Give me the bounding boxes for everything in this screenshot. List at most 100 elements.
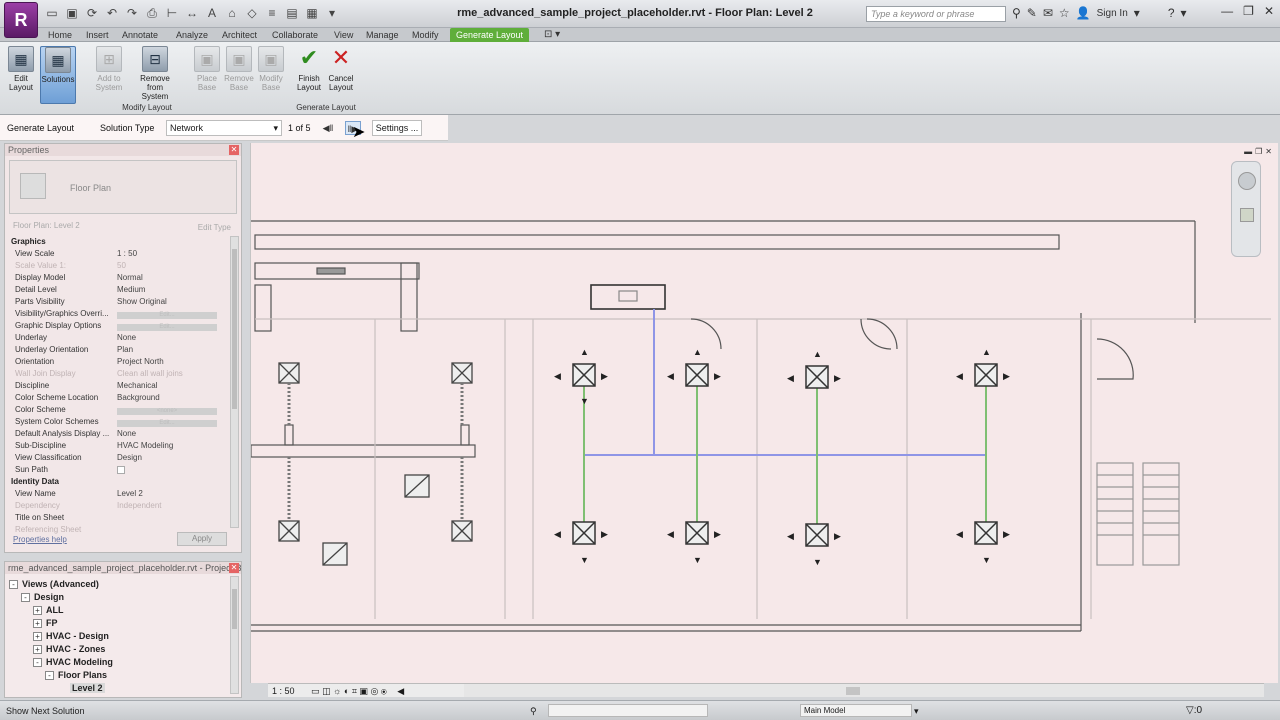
apply-button[interactable]: Apply (177, 532, 227, 546)
tab-architect[interactable]: Architect (222, 28, 257, 42)
sign-in-link[interactable]: Sign In (1097, 8, 1128, 19)
restore-icon[interactable]: ❐ (1243, 4, 1254, 18)
browser-tree-item[interactable]: - Floor Plans (9, 669, 231, 682)
sync-icon[interactable]: ⟳ (84, 5, 100, 21)
property-value[interactable]: 50 (117, 260, 223, 272)
browser-tree-item[interactable]: - Design (9, 591, 231, 604)
property-value[interactable]: Background (117, 392, 223, 404)
print-icon[interactable]: ⎙ (144, 5, 160, 21)
property-row[interactable]: Parts Visibility Show Original (9, 296, 229, 308)
settings-button[interactable]: Settings ... (372, 120, 422, 136)
checkbox[interactable] (117, 466, 125, 474)
cancel-layout-button[interactable]: ✕ Cancel Layout (326, 46, 356, 104)
property-row[interactable]: Display Model Normal (9, 272, 229, 284)
collapse-icon[interactable]: - (21, 593, 30, 602)
property-row[interactable]: Orientation Project North (9, 356, 229, 368)
user-icon[interactable]: 👤 (1076, 6, 1091, 20)
scroll-left-icon[interactable]: ◀ (397, 686, 404, 696)
tab-generate-layout[interactable]: Generate Layout (450, 28, 530, 42)
remove-from-system-button[interactable]: ⊟ Remove from System (134, 46, 176, 104)
tab-analyze[interactable]: Analyze (176, 28, 208, 42)
horizontal-scrollbar[interactable] (464, 683, 1264, 697)
design-option-field[interactable]: Main Model (800, 704, 912, 717)
collapse-icon[interactable]: - (33, 658, 42, 667)
search-input[interactable]: Type a keyword or phrase (866, 6, 1006, 22)
property-row[interactable]: Detail Level Medium (9, 284, 229, 296)
solutions-button[interactable]: ▦ Solutions (40, 46, 76, 104)
edit-layout-button[interactable]: ▦ Edit Layout (6, 46, 36, 104)
thin-lines-icon[interactable]: ≡ (264, 5, 280, 21)
worksets-icon[interactable]: ⚲ (530, 702, 537, 720)
previous-solution-icon[interactable]: ◀‖ (320, 121, 336, 135)
browser-tree-item[interactable]: - HVAC Modeling (9, 656, 231, 669)
minimize-icon[interactable]: ▬ (1244, 147, 1252, 156)
property-row[interactable]: Title on Sheet (9, 512, 229, 524)
property-value[interactable]: Design (117, 452, 223, 464)
temporary-hide-icon[interactable]: ◎ (370, 686, 378, 696)
browser-tree-item[interactable]: + HVAC - Zones (9, 643, 231, 656)
property-row[interactable]: Color Scheme Location Background (9, 392, 229, 404)
property-value[interactable]: Show Original (117, 296, 223, 308)
properties-scrollbar[interactable] (230, 236, 239, 528)
browser-tree-item[interactable]: + HVAC - Design (9, 630, 231, 643)
expand-icon[interactable]: + (33, 645, 42, 654)
application-menu-button[interactable]: R (4, 2, 38, 38)
close-icon[interactable]: ✕ (1265, 147, 1272, 156)
chevron-down-icon[interactable]: ▾ (1134, 6, 1140, 20)
property-value[interactable]: HVAC Modeling (117, 440, 223, 452)
chevron-down-icon[interactable]: ▾ (914, 702, 919, 720)
close-icon[interactable]: ✕ (229, 563, 239, 573)
property-row[interactable]: Scale Value 1: 50 (9, 260, 229, 272)
close-hidden-icon[interactable]: ▤ (284, 5, 300, 21)
browser-tree-item[interactable]: + FP (9, 617, 231, 630)
reveal-hidden-icon[interactable]: ⦿ (381, 686, 387, 696)
property-value[interactable]: <none> (117, 404, 223, 416)
zoom-icon[interactable] (1240, 208, 1254, 222)
drawing-area[interactable]: ◀ ▶ ▲ ▼ ◀ ▶ ▲ ◀ ▶ ▲ ◀ ▶ ▲ ◀ ▶ ▼ ◀ ▶ ▼ ◀ ▶ ▼ ◀ ▶ ▼ ▬ ❐ ✕ (250, 143, 1278, 683)
property-value[interactable]: Clean all wall joins (117, 368, 223, 380)
tab-insert[interactable]: Insert (86, 28, 109, 42)
property-value[interactable]: Edit... (117, 416, 223, 428)
property-value[interactable]: 1 : 50 (117, 248, 223, 260)
minimize-icon[interactable]: — (1221, 4, 1233, 18)
property-row[interactable]: Dependency Independent (9, 500, 229, 512)
property-value[interactable]: None (117, 332, 223, 344)
ribbon-toggle-icon[interactable]: ⊡ ▾ (544, 28, 560, 42)
property-value[interactable] (117, 464, 223, 476)
solution-type-select[interactable]: Network (166, 120, 282, 136)
favorites-star-icon[interactable]: ☆ (1059, 6, 1070, 20)
property-edit-button[interactable]: Edit... (117, 324, 217, 331)
switch-windows-icon[interactable]: ▦ (304, 5, 320, 21)
detail-level-icon[interactable]: ▭ (311, 686, 320, 696)
steering-wheel-icon[interactable] (1238, 172, 1256, 190)
property-edit-button[interactable]: <none> (117, 408, 217, 415)
browser-tree-item[interactable]: Level 2 (9, 682, 231, 695)
show-crop-icon[interactable]: ▣ (359, 686, 368, 696)
chevron-down-icon[interactable]: ▾ (1181, 6, 1187, 20)
property-value[interactable]: Plan (117, 344, 223, 356)
collapse-icon[interactable]: - (9, 580, 18, 589)
restore-icon[interactable]: ❐ (1255, 147, 1262, 156)
expand-icon[interactable]: + (33, 606, 42, 615)
floor-plan-drawing[interactable]: ◀ ▶ ▲ ▼ ◀ ▶ ▲ ◀ ▶ ▲ ◀ ▶ ▲ ◀ ▶ ▼ ◀ ▶ ▼ ◀ ▶ ▼ ◀ ▶ ▼ (251, 143, 1279, 683)
text-icon[interactable]: A (204, 5, 220, 21)
open-icon[interactable]: ▭ (44, 5, 60, 21)
shadows-icon[interactable]: ◐ (344, 686, 349, 696)
property-value[interactable]: Normal (117, 272, 223, 284)
property-value[interactable]: Project North (117, 356, 223, 368)
dimension-icon[interactable]: ↔ (184, 5, 200, 21)
crop-view-icon[interactable]: ⌗ (352, 686, 357, 696)
customize-qat-icon[interactable]: ▾ (324, 5, 340, 21)
property-row[interactable]: Sub-Discipline HVAC Modeling (9, 440, 229, 452)
property-value[interactable]: Edit... (117, 308, 223, 320)
property-value[interactable]: Edit... (117, 320, 223, 332)
property-row[interactable]: Wall Join Display Clean all wall joins (9, 368, 229, 380)
property-row[interactable]: Underlay Orientation Plan (9, 344, 229, 356)
property-row[interactable]: System Color Schemes Edit... (9, 416, 229, 428)
subscription-icon[interactable]: ✎ (1027, 6, 1037, 20)
expand-icon[interactable]: + (33, 619, 42, 628)
property-edit-button[interactable]: Edit... (117, 312, 217, 319)
finish-layout-button[interactable]: ✔ Finish Layout (294, 46, 324, 104)
workset-field[interactable] (548, 704, 708, 717)
section-icon[interactable]: ◇ (244, 5, 260, 21)
